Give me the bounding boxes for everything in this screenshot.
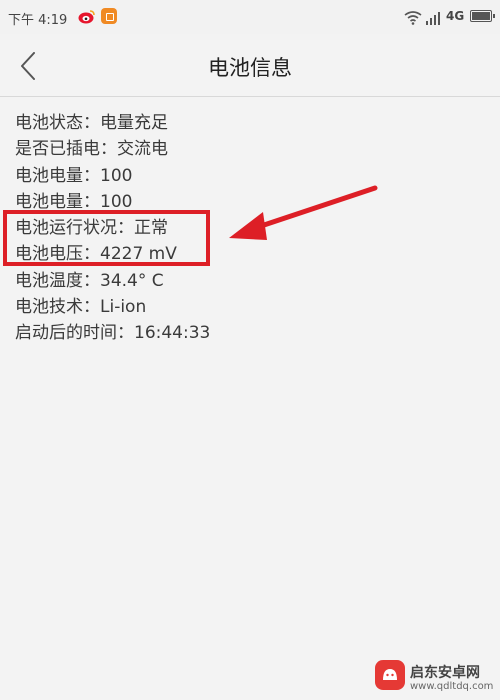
network-type: 4G	[446, 9, 465, 23]
info-separator: ：	[83, 113, 100, 133]
notification-icon	[101, 8, 117, 24]
info-separator: ：	[83, 165, 100, 186]
battery-icon	[470, 10, 495, 22]
info-label: 电池电量	[15, 191, 83, 212]
wifi-icon	[404, 10, 422, 25]
info-separator: ：	[83, 297, 100, 318]
info-value: 100	[100, 191, 133, 212]
title-bar: 电池信息	[0, 34, 500, 97]
info-value: 16:44:33	[134, 323, 211, 344]
info-label: 电池状态	[15, 113, 83, 133]
info-value: Li-ion	[100, 297, 147, 318]
info-separator: ：	[83, 270, 100, 291]
info-separator: ：	[100, 139, 117, 160]
info-label: 电池技术	[15, 297, 83, 318]
watermark-logo	[375, 660, 405, 690]
battery-level-fill	[472, 12, 490, 20]
watermark-url: www.qdltdq.com	[410, 681, 494, 692]
info-separator: ：	[83, 191, 100, 212]
info-row-level: 电池电量：100	[15, 163, 210, 189]
signal-icon	[425, 10, 445, 25]
info-separator: ：	[117, 323, 134, 344]
info-value: 100	[100, 165, 133, 186]
info-label: 启动后的时间	[15, 323, 117, 344]
info-value: 电量充足	[100, 113, 168, 133]
status-bar: 下午 4:19 4G	[0, 0, 500, 34]
info-label: 电池电量	[15, 165, 83, 186]
highlight-box	[3, 210, 210, 266]
info-label: 电池温度	[15, 270, 83, 291]
info-row-technology: 电池技术：Li-ion	[15, 294, 210, 320]
info-label: 是否已插电	[15, 139, 100, 160]
info-row-plugged: 是否已插电：交流电	[15, 136, 210, 162]
status-time: 下午 4:19	[8, 13, 68, 28]
info-row-status: 电池状态：电量充足	[15, 110, 210, 136]
watermark-name: 启东安卓网	[410, 665, 480, 681]
info-value: 34.4° C	[100, 270, 164, 291]
info-row-temperature: 电池温度：34.4° C	[15, 268, 210, 294]
page-title: 电池信息	[208, 56, 292, 80]
arrow-annotation	[229, 185, 378, 240]
info-value: 交流电	[117, 139, 168, 160]
info-row-uptime: 启动后的时间：16:44:33	[15, 320, 210, 346]
weibo-icon	[78, 8, 96, 25]
